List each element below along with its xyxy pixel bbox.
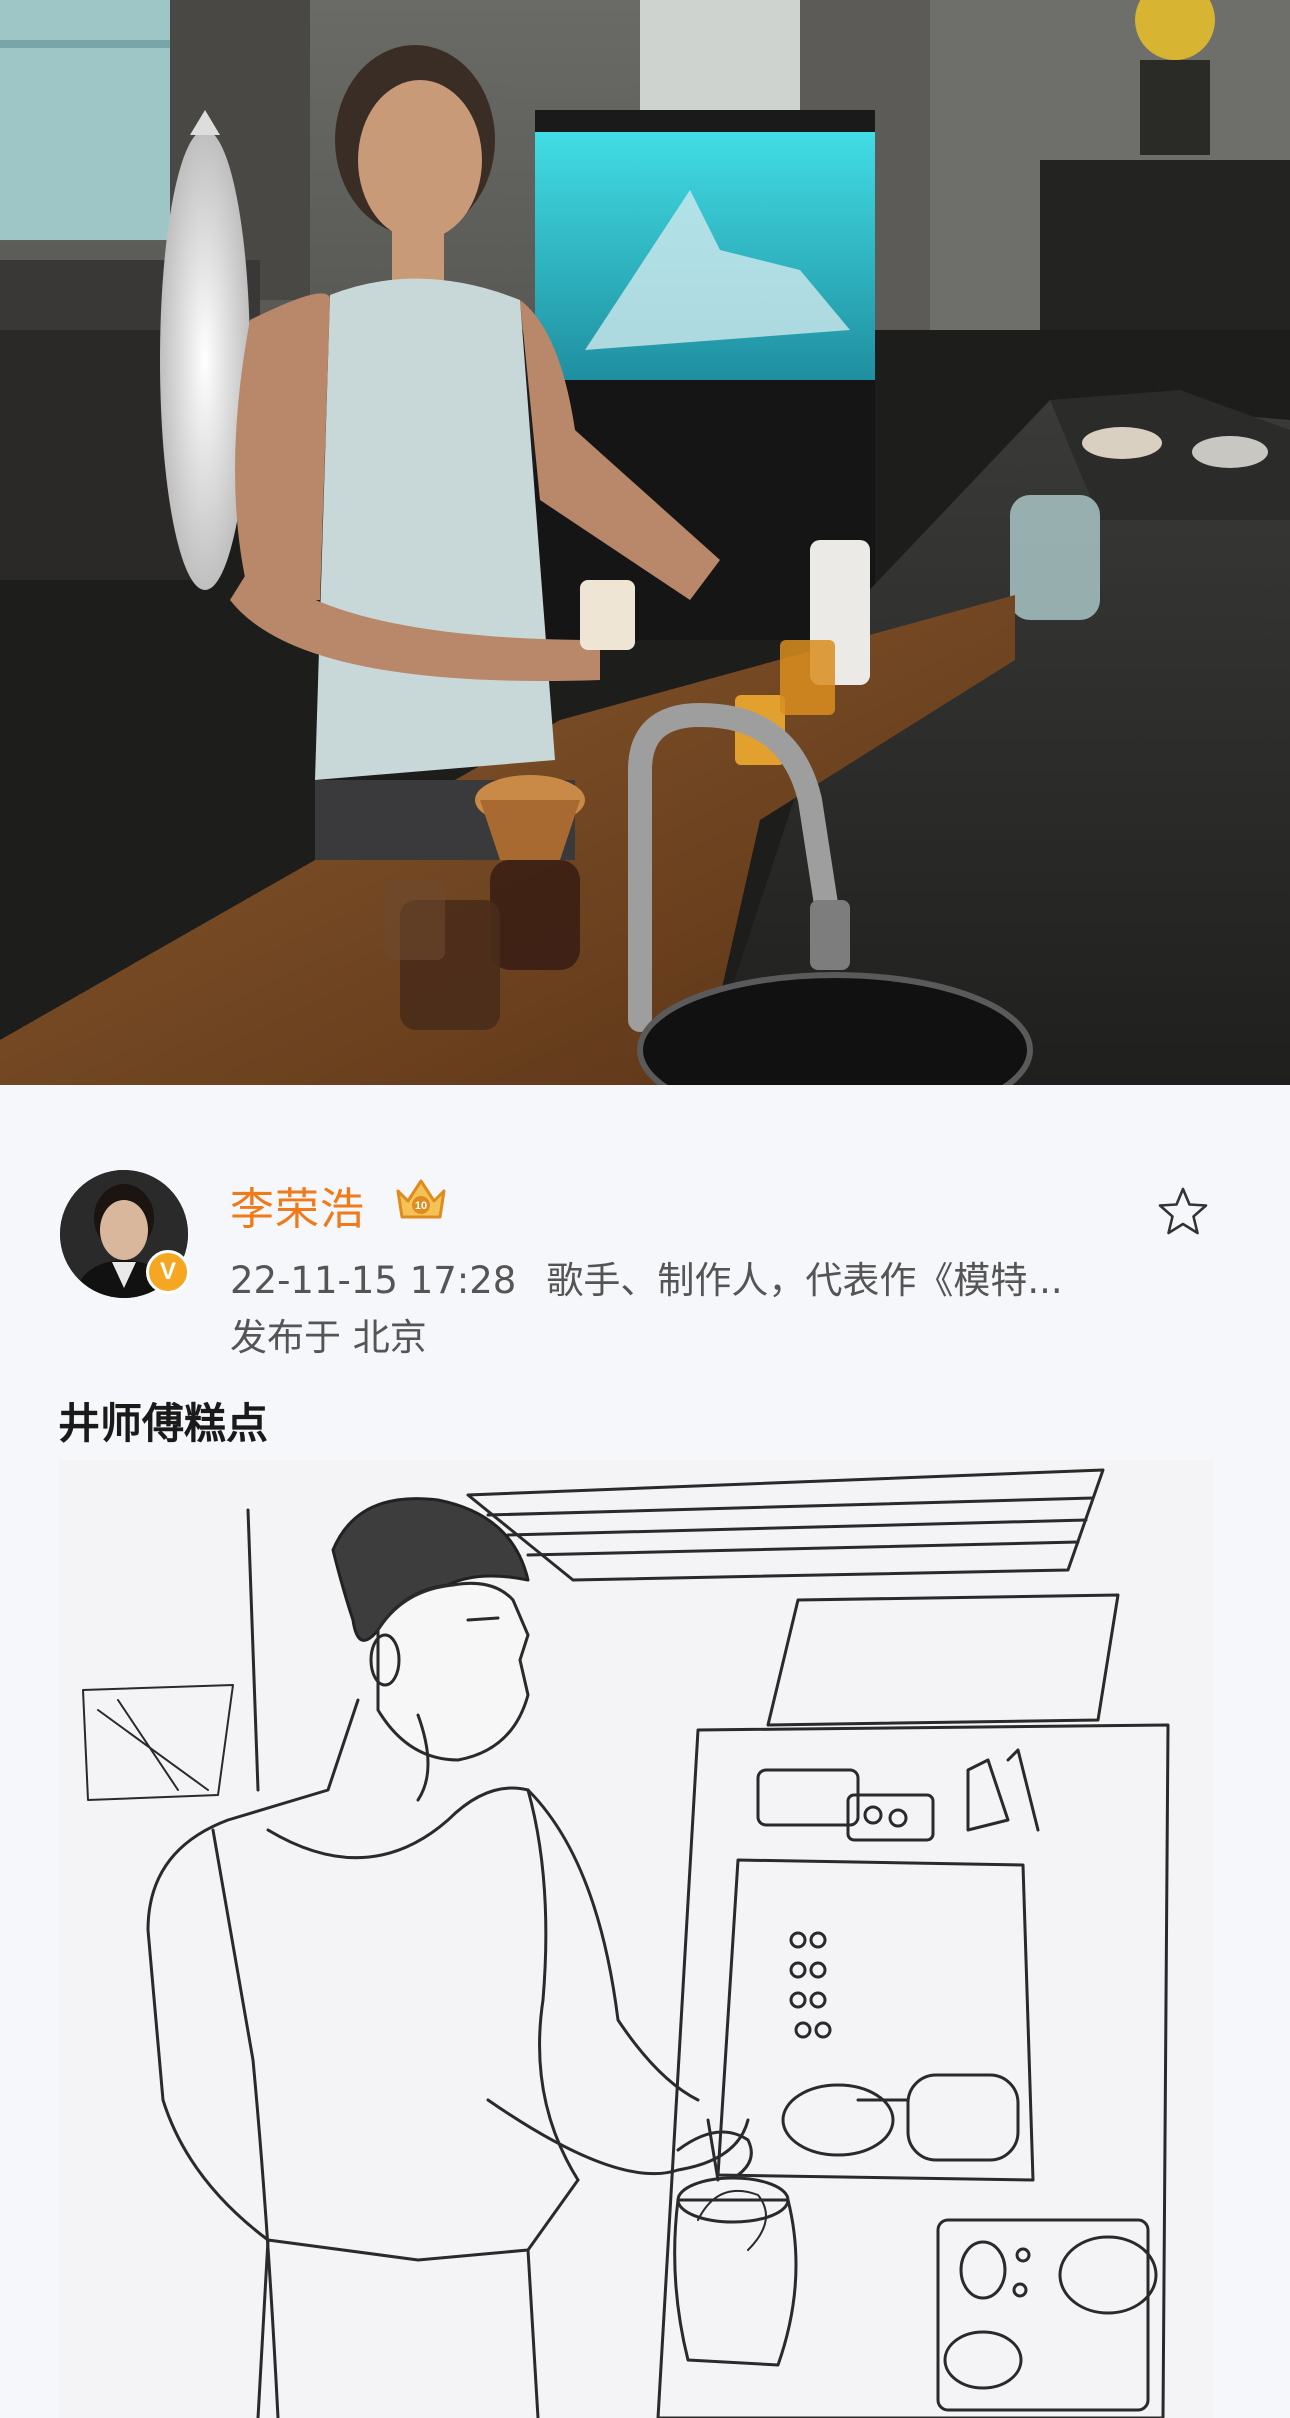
kitchen-photo[interactable]	[0, 0, 1290, 1085]
svg-text:10: 10	[415, 1200, 427, 1212]
crown-membership-icon[interactable]: 10	[392, 1171, 450, 1227]
post-text: 井师傅糕点	[58, 1399, 269, 1448]
post-meta: 22-11-15 17:28 歌手、制作人，代表作《模特...	[230, 1250, 1063, 1304]
author-name[interactable]: 李荣浩	[230, 1173, 365, 1237]
author-description: 歌手、制作人，代表作《模特...	[546, 1259, 1063, 1302]
star-outline-icon[interactable]	[1156, 1185, 1210, 1239]
verified-badge-icon: V	[146, 1250, 190, 1294]
weibo-post: V 李荣浩 10 22-11-15 17:28 歌手、制作人，代表作《模特... …	[0, 1085, 1290, 2418]
kitchen-photo-illustration	[0, 0, 1290, 1085]
post-timestamp: 22-11-15 17:28	[230, 1259, 517, 1302]
pencil-sketch-drawing	[82, 1468, 1170, 2418]
post-location: 发布于 北京	[230, 1316, 427, 1359]
post-image-sketch[interactable]	[58, 1460, 1214, 2418]
